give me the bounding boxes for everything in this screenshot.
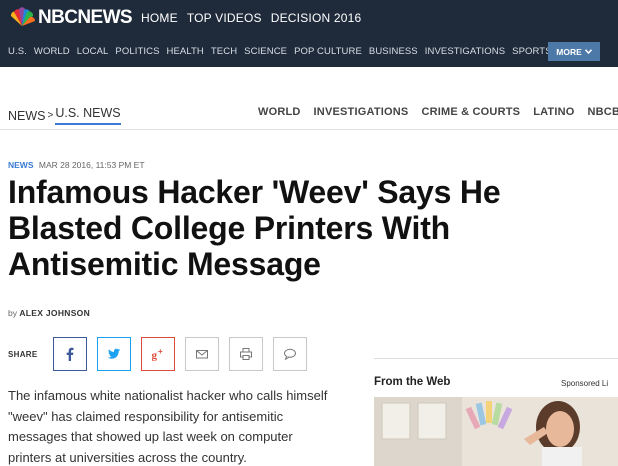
nav-pop-culture[interactable]: POP CULTURE <box>294 46 362 57</box>
nav-tech[interactable]: TECH <box>211 46 237 57</box>
nav-decision-2016[interactable]: DECISION 2016 <box>271 11 362 25</box>
sidebar-rule <box>374 358 618 359</box>
comment-icon <box>283 348 296 361</box>
headline-line: Blasted College Printers With <box>8 210 450 246</box>
headline-line: Infamous Hacker 'Weev' Says He <box>8 174 501 210</box>
sponsored-links-label[interactable]: Sponsored Li <box>561 379 608 388</box>
secondary-nav: U.S. WORLD LOCAL POLITICS HEALTH TECH SC… <box>8 46 552 57</box>
tab-nbcblk[interactable]: NBCBLK <box>588 106 618 118</box>
email-icon <box>195 350 208 359</box>
email-share-button[interactable] <box>184 337 219 371</box>
tab-latino[interactable]: LATINO <box>533 106 574 118</box>
nav-investigations[interactable]: INVESTIGATIONS <box>425 46 505 57</box>
brand-row: NBCNEWS HOME TOP VIDEOS DECISION 2016 <box>0 0 618 36</box>
share-bar: SHARE g + <box>8 337 317 371</box>
nav-local[interactable]: LOCAL <box>77 46 109 57</box>
nav-health[interactable]: HEALTH <box>167 46 204 57</box>
breadcrumb-current[interactable]: U.S. NEWS <box>55 106 121 125</box>
tab-investigations[interactable]: INVESTIGATIONS <box>314 106 409 118</box>
headline-line: Antisemitic Message <box>8 246 321 282</box>
more-button-label: MORE <box>556 46 582 57</box>
ad-photo <box>374 397 618 466</box>
nbc-peacock-icon[interactable] <box>8 7 36 27</box>
nav-science[interactable]: SCIENCE <box>244 46 287 57</box>
nav-world[interactable]: WORLD <box>34 46 70 57</box>
logo-prefix: NBC <box>38 7 78 28</box>
print-button[interactable] <box>228 337 263 371</box>
site-logo[interactable]: NBCNEWS <box>38 7 133 29</box>
google-plus-share-button[interactable]: g + <box>140 337 175 371</box>
primary-nav: HOME TOP VIDEOS DECISION 2016 <box>141 11 361 25</box>
nav-us[interactable]: U.S. <box>8 46 27 57</box>
facebook-share-button[interactable] <box>52 337 87 371</box>
google-plus-icon: g + <box>151 347 163 362</box>
article-headline: Infamous Hacker 'Weev' Says He Blasted C… <box>8 174 618 282</box>
byline: by ALEX JOHNSON <box>8 308 90 318</box>
section-tabs: WORLD INVESTIGATIONS CRIME & COURTS LATI… <box>258 106 618 118</box>
tab-world[interactable]: WORLD <box>258 106 301 118</box>
article-timestamp: MAR 28 2016, 11:53 PM ET <box>38 160 145 170</box>
nav-business[interactable]: BUSINESS <box>369 46 418 57</box>
section-bar: NEWS > U.S. NEWS WORLD INVESTIGATIONS CR… <box>0 96 618 126</box>
byline-prefix: by <box>8 308 17 318</box>
nav-politics[interactable]: POLITICS <box>115 46 159 57</box>
svg-text:g: g <box>151 350 157 362</box>
svg-text:+: + <box>158 347 163 356</box>
article-label[interactable]: NEWS <box>8 160 34 170</box>
article-body: The infamous white nationalist hacker wh… <box>8 388 328 466</box>
breadcrumb-separator: > <box>47 110 54 121</box>
sidebar-heading: From the Web <box>374 376 451 388</box>
site-header: NBCNEWS HOME TOP VIDEOS DECISION 2016 U.… <box>0 0 618 67</box>
facebook-icon <box>66 347 74 361</box>
print-icon <box>239 348 252 360</box>
chevron-down-icon <box>584 49 592 54</box>
breadcrumb: NEWS > U.S. NEWS <box>8 106 121 125</box>
nav-home[interactable]: HOME <box>141 11 178 25</box>
sponsored-ad-image[interactable] <box>374 397 618 466</box>
twitter-share-button[interactable] <box>96 337 131 371</box>
comment-button[interactable] <box>272 337 307 371</box>
section-divider <box>0 129 618 130</box>
share-label: SHARE <box>8 349 38 359</box>
author-link[interactable]: ALEX JOHNSON <box>19 308 90 318</box>
twitter-icon <box>107 348 121 359</box>
more-button[interactable]: MORE <box>548 42 600 61</box>
breadcrumb-root[interactable]: NEWS <box>8 109 46 123</box>
tab-crime-courts[interactable]: CRIME & COURTS <box>421 106 520 118</box>
nav-top-videos[interactable]: TOP VIDEOS <box>187 11 262 25</box>
nav-sports[interactable]: SPORTS <box>512 46 552 57</box>
logo-suffix: NEWS <box>77 7 132 28</box>
article-meta: NEWS MAR 28 2016, 11:53 PM ET <box>8 160 145 170</box>
